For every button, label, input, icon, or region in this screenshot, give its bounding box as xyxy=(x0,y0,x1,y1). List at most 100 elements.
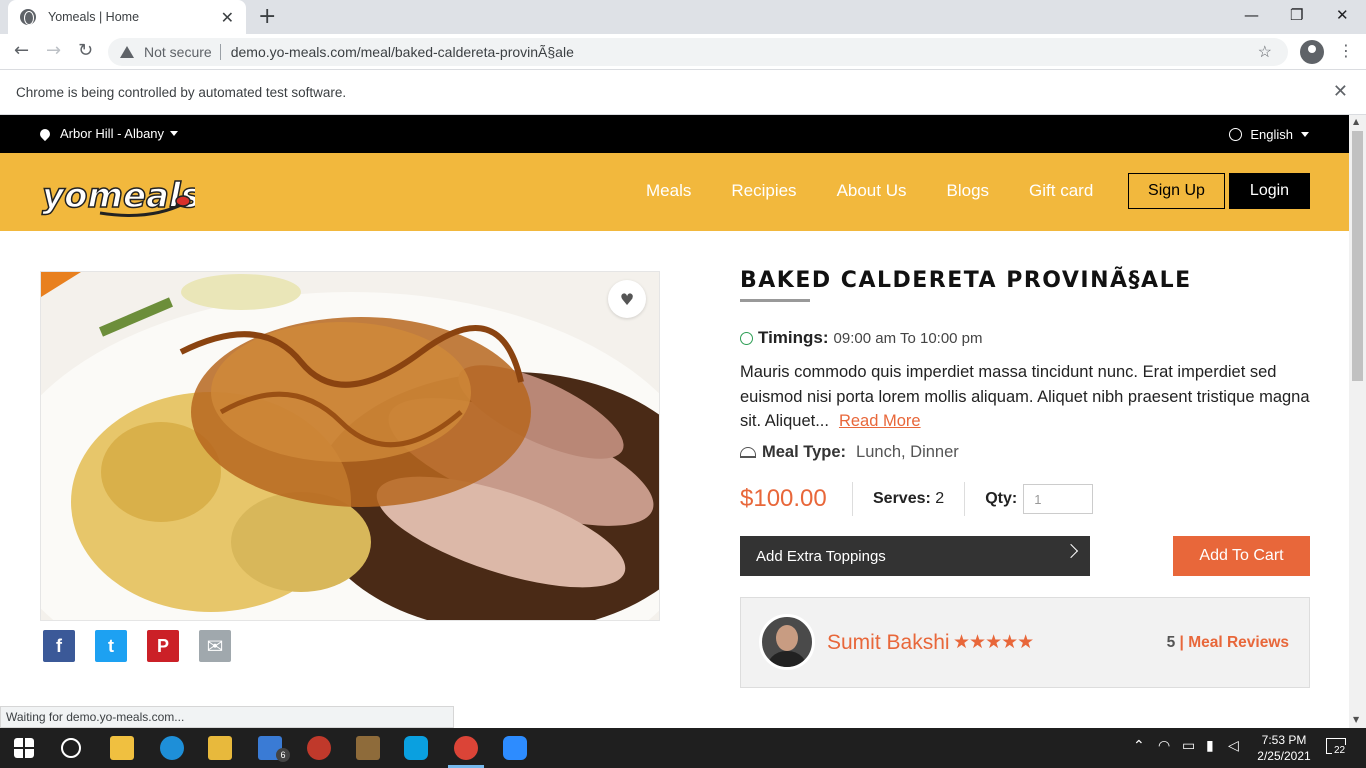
clock-date: 2/25/2021 xyxy=(1257,749,1311,763)
clock-time: 7:53 PM xyxy=(1261,733,1307,747)
zoom-icon[interactable] xyxy=(503,736,527,760)
nav-gift-card[interactable]: Gift card xyxy=(1029,181,1093,201)
new-tab-button[interactable]: + xyxy=(258,4,276,29)
file-explorer-icon[interactable] xyxy=(208,736,232,760)
url-text[interactable]: demo.yo-meals.com/meal/baked-caldereta-p… xyxy=(231,44,574,60)
chrome-menu-icon[interactable]: ⋮ xyxy=(1338,41,1354,60)
favorite-heart-icon[interactable]: ♥ xyxy=(608,280,646,318)
pinterest-share-icon[interactable]: P xyxy=(147,630,179,662)
review-count: 5 xyxy=(1166,634,1176,651)
windows-start-icon[interactable] xyxy=(14,738,34,758)
windows-taskbar: 6 ⌃ ◠ ▭ ▮ ◁ 7:53 PM 2/25/2021 22 xyxy=(0,728,1366,768)
quantity-group: Qty: 1 xyxy=(965,484,1094,514)
meal-reviews-link[interactable]: 5 | Meal Reviews xyxy=(1167,634,1289,652)
clock-icon xyxy=(740,331,753,345)
toppings-label: Add Extra Toppings xyxy=(756,547,886,565)
login-button[interactable]: Login xyxy=(1229,173,1310,209)
skype-icon[interactable] xyxy=(404,736,428,760)
nav-about-us[interactable]: About Us xyxy=(837,181,907,201)
browser-tab[interactable]: Yomeals | Home ✕ xyxy=(8,0,246,34)
chef-avatar[interactable] xyxy=(759,614,815,670)
timings-label: Timings: xyxy=(758,328,829,347)
tab-close-icon[interactable]: ✕ xyxy=(221,8,234,27)
chef-name[interactable]: Sumit Bakshi xyxy=(827,631,950,655)
serves-info: Serves: 2 xyxy=(853,490,964,508)
infobar-text: Chrome is being controlled by automated … xyxy=(16,85,347,100)
language-label: English xyxy=(1250,127,1293,142)
window-close-icon[interactable]: ✕ xyxy=(1336,6,1349,24)
profile-avatar-icon[interactable] xyxy=(1300,40,1324,64)
chef-rating-stars: ★★★★★ xyxy=(953,631,1034,653)
meal-price: $100.00 xyxy=(740,485,827,512)
language-selector[interactable]: English xyxy=(1229,127,1309,142)
chrome-icon[interactable] xyxy=(454,736,478,760)
forward-icon[interactable]: → xyxy=(46,40,61,61)
tray-chevron-up-icon[interactable]: ⌃ xyxy=(1133,738,1145,754)
browser-toolbar: ← → ↻ Not secure demo.yo-meals.com/meal/… xyxy=(0,34,1366,70)
warning-icon xyxy=(120,46,134,58)
chrome-profile-icon[interactable] xyxy=(307,736,331,760)
nav-blogs[interactable]: Blogs xyxy=(947,181,990,201)
title-underline xyxy=(740,299,810,302)
network-icon[interactable]: ◠ xyxy=(1158,738,1170,754)
main-navigation: yomeals Meals Recipies About Us Blogs Gi… xyxy=(0,153,1349,231)
twitter-share-icon[interactable]: t xyxy=(95,630,127,662)
back-icon[interactable]: ← xyxy=(14,40,29,61)
scroll-down-icon[interactable]: ▼ xyxy=(1353,715,1359,724)
globe-icon xyxy=(1229,128,1243,141)
tab-title: Yomeals | Home xyxy=(48,10,140,24)
nav-recipies[interactable]: Recipies xyxy=(731,181,796,201)
location-pin-icon xyxy=(37,126,53,141)
meal-type: Meal Type: Lunch, Dinner xyxy=(740,443,959,462)
edge-icon[interactable] xyxy=(160,736,184,760)
bookmark-star-icon[interactable]: ☆ xyxy=(1258,42,1272,62)
microphone-icon[interactable]: ▮ xyxy=(1206,738,1214,754)
notification-count: 22 xyxy=(1332,745,1348,756)
add-extra-toppings-button[interactable]: Add Extra Toppings xyxy=(740,536,1090,576)
restore-icon[interactable]: ❐ xyxy=(1290,6,1303,24)
scroll-up-icon[interactable]: ▲ xyxy=(1353,117,1359,126)
game-app-icon[interactable] xyxy=(356,736,380,760)
price-row: $100.00 Serves: 2 Qty: 1 xyxy=(740,481,1094,517)
quantity-input[interactable]: 1 xyxy=(1023,484,1094,514)
meal-title: BAKED CALDERETA PROVINÃ§ALE xyxy=(740,268,1192,293)
read-more-link[interactable]: Read More xyxy=(839,412,921,430)
page-viewport: Arbor Hill - Albany English yomeals Meal… xyxy=(0,115,1349,728)
meal-type-label: Meal Type: xyxy=(762,443,847,461)
chevron-down-icon xyxy=(1301,132,1309,137)
meal-type-value: Lunch, Dinner xyxy=(856,443,959,461)
sign-up-button[interactable]: Sign Up xyxy=(1128,173,1225,209)
cortana-search-icon[interactable] xyxy=(61,738,81,758)
address-bar[interactable]: Not secure demo.yo-meals.com/meal/baked-… xyxy=(108,38,1288,66)
security-label[interactable]: Not secure xyxy=(144,44,212,60)
facebook-share-icon[interactable]: f xyxy=(43,630,75,662)
location-selector[interactable]: Arbor Hill - Albany xyxy=(37,126,179,141)
cloche-icon xyxy=(740,447,756,458)
add-to-cart-button[interactable]: Add To Cart xyxy=(1173,536,1310,576)
meal-timings: Timings: 09:00 am To 10:00 pm xyxy=(740,328,983,348)
serves-value: 2 xyxy=(935,490,945,507)
infobar-close-icon[interactable]: ✕ xyxy=(1333,81,1348,102)
serves-label: Serves: xyxy=(873,490,931,507)
battery-icon[interactable]: ▭ xyxy=(1182,738,1195,754)
reviews-label: Meal Reviews xyxy=(1188,634,1289,651)
store-icon[interactable] xyxy=(110,736,134,760)
globe-icon xyxy=(20,9,36,25)
meal-photo xyxy=(40,271,660,621)
system-clock[interactable]: 7:53 PM 2/25/2021 xyxy=(1254,732,1314,764)
scrollbar-thumb[interactable] xyxy=(1352,131,1363,381)
mail-badge: 6 xyxy=(276,748,290,762)
reload-icon[interactable]: ↻ xyxy=(78,40,93,61)
page-scrollbar[interactable]: ▲ ▼ xyxy=(1349,115,1366,728)
volume-icon[interactable]: ◁ xyxy=(1228,738,1239,754)
email-share-icon[interactable]: ✉ xyxy=(199,630,231,662)
minimize-icon[interactable]: — xyxy=(1244,6,1259,24)
yomeals-logo[interactable]: yomeals xyxy=(40,163,195,223)
nav-meals[interactable]: Meals xyxy=(646,181,691,201)
chevron-down-icon xyxy=(170,131,179,136)
description-text: Mauris commodo quis imperdiet massa tinc… xyxy=(740,363,1310,430)
top-bar: Arbor Hill - Albany English xyxy=(0,115,1349,153)
nav-links: Meals Recipies About Us Blogs Gift card xyxy=(646,181,1133,201)
qty-label: Qty: xyxy=(985,490,1018,507)
timings-value: 09:00 am To 10:00 pm xyxy=(833,329,983,347)
